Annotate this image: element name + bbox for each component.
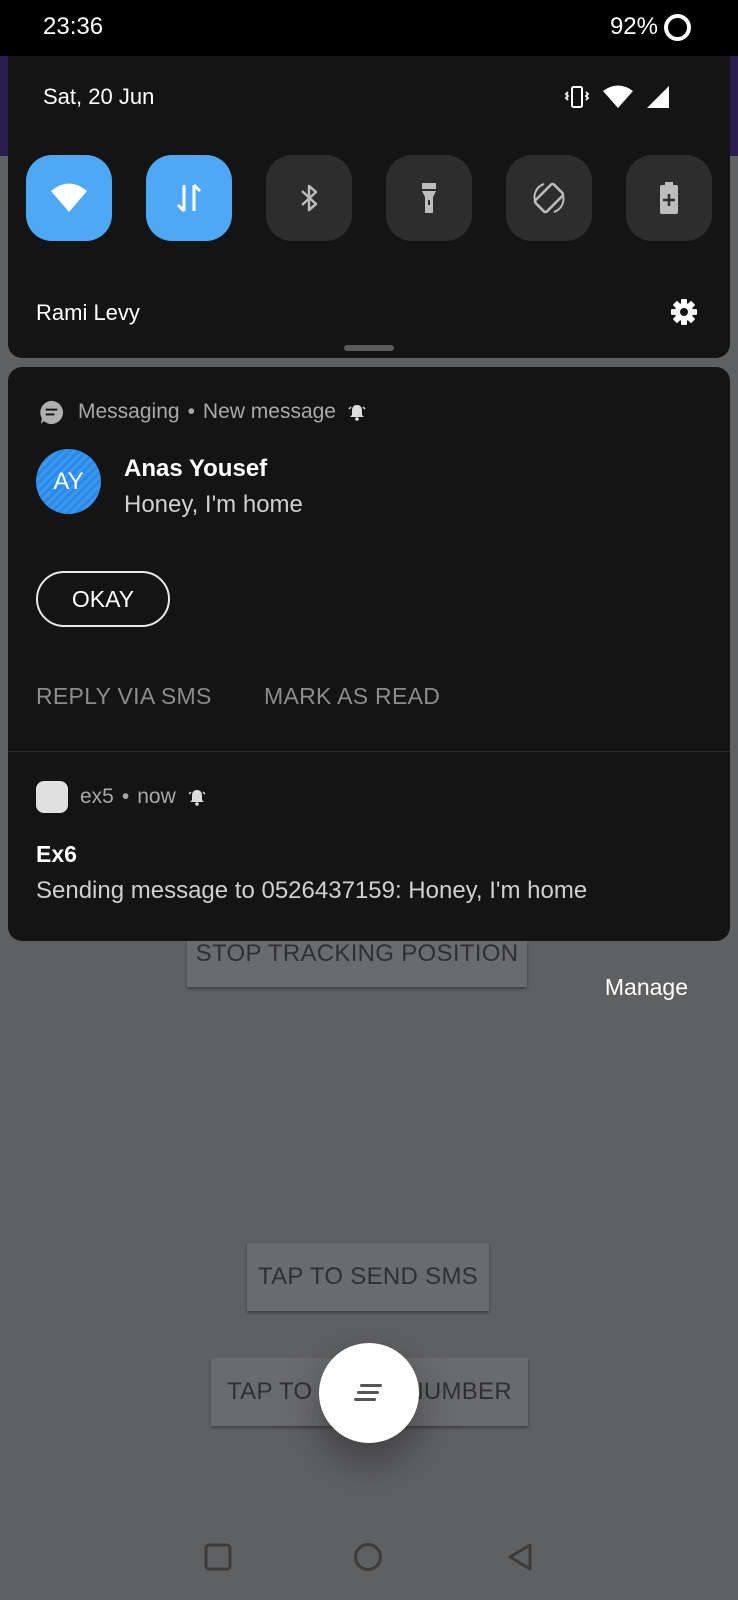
tile-bluetooth[interactable] [266,155,352,241]
stop-tracking-label: STOP TRACKING POSITION [195,940,519,967]
menu-lines-icon [354,1384,382,1401]
tile-mobile-data[interactable] [146,155,232,241]
status-bar: 23:36 92% [0,0,738,56]
okay-smart-reply-button[interactable]: OKAY [36,571,170,627]
number-button-label-left: TAP TO [227,1378,313,1405]
back-triangle-icon [508,1543,532,1571]
messaging-subtext: New message [202,400,336,423]
tile-auto-rotate[interactable] [506,155,592,241]
ex5-notification-text: Sending message to 0526437159: Honey, I'… [36,877,588,904]
send-sms-button[interactable]: TAP TO SEND SMS [247,1243,489,1311]
quick-settings-panel: Sat, 20 Jun Rami Levy [8,56,730,358]
quick-tiles [26,155,716,241]
avatar-initials: AY [53,467,84,495]
notification-menu-fab[interactable] [319,1343,419,1443]
notification-divider [8,751,730,752]
alert-bell-icon [348,405,366,421]
auto-rotate-icon [533,182,565,214]
manage-notifications-button[interactable]: Manage [605,974,688,1001]
messaging-app-name: Messaging [78,400,180,423]
status-icons [564,84,670,110]
nav-recents-button[interactable] [202,1541,234,1573]
nav-back-button[interactable] [504,1541,536,1573]
mark-as-read-action[interactable]: MARK AS READ [264,683,440,710]
sender-name: Anas Yousef [124,455,268,482]
tile-wifi[interactable] [26,155,112,241]
tile-battery-saver[interactable] [626,155,712,241]
ex5-app-name: ex5 [80,785,114,808]
nav-home-button[interactable] [352,1541,384,1573]
wifi-icon [51,183,87,212]
message-text: Honey, I'm home [124,491,303,518]
battery-percentage: 92% [609,13,658,40]
bluetooth-icon [301,184,318,212]
battery-saver-icon [660,182,678,214]
navigation-bar [0,1515,738,1600]
ex5-notification-header: ex5 • now [36,781,206,813]
header-separator: • [121,785,130,808]
user-name[interactable]: Rami Levy [36,300,140,326]
settings-gear-icon[interactable] [670,298,698,326]
number-button-label-right: NUMBER [406,1378,512,1405]
date: Sat, 20 Jun [43,84,155,109]
header-separator: • [187,400,195,423]
ex5-time: now [137,785,176,808]
ex5-app-icon [36,781,68,813]
wifi-status-icon [603,85,633,108]
sender-avatar: AY [36,449,101,514]
notification-card: Messaging • New message AY Anas Yousef H… [8,367,730,941]
alert-bell-icon [188,790,206,806]
home-circle-icon [354,1543,382,1571]
send-sms-label: TAP TO SEND SMS [257,1263,479,1290]
battery-icon [664,14,691,41]
vibrate-icon [564,86,590,108]
messaging-app-icon [40,400,64,424]
reply-via-sms-action[interactable]: REPLY VIA SMS [36,683,212,710]
cellular-signal-icon [647,86,669,108]
panel-drag-handle[interactable] [344,345,394,351]
recents-square-icon [204,1543,232,1571]
ex5-notification-title: Ex6 [36,841,77,867]
messaging-notification-header: Messaging • New message [38,397,366,427]
mobile-data-icon [176,183,202,213]
flashlight-icon [422,183,436,213]
status-time: 23:36 [43,13,104,40]
tile-flashlight[interactable] [386,155,472,241]
